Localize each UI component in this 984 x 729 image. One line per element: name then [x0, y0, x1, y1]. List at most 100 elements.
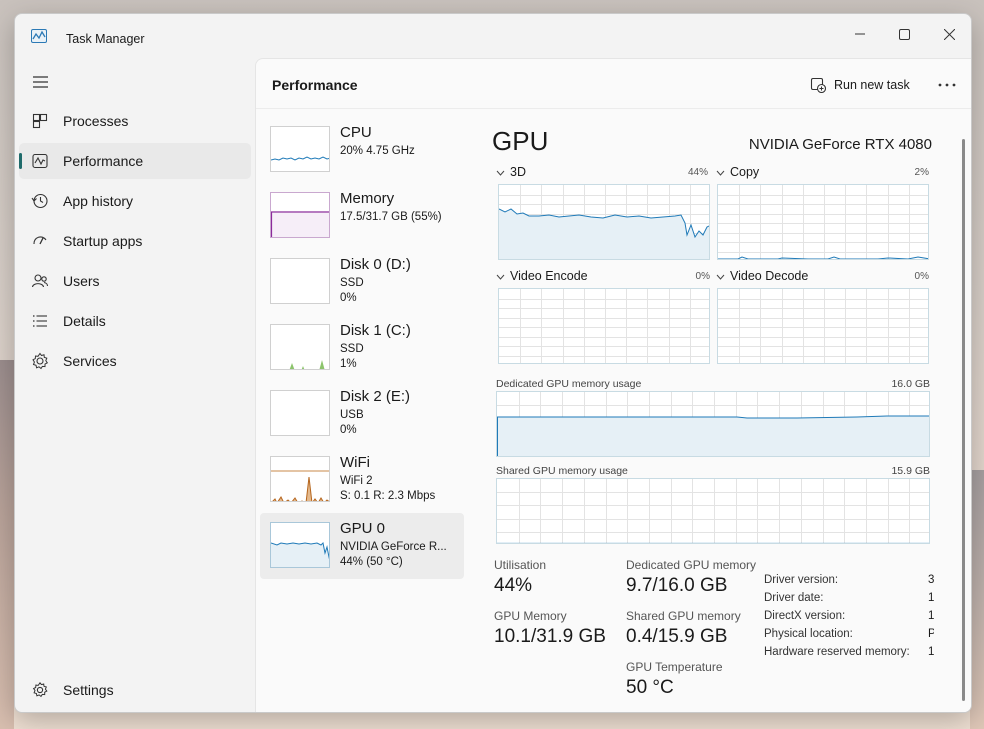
startup-icon	[33, 236, 47, 245]
driver-version-value: 3	[928, 574, 934, 586]
new-task-icon	[810, 77, 826, 93]
maximize-button[interactable]	[881, 19, 927, 49]
directx-version-value: 1	[928, 610, 934, 622]
shared-memory-stat-value: 0.4/15.9 GB	[626, 626, 728, 647]
sidebar-item-label: Processes	[63, 113, 129, 129]
device-item-disk-0[interactable]: Disk 0 (D:) SSD 0%	[260, 249, 464, 315]
engine-copy-selector[interactable]: Copy	[716, 165, 759, 179]
close-button[interactable]	[926, 19, 971, 49]
hardware-reserved-memory-label: Hardware reserved memory:	[764, 646, 910, 658]
gpu-model-name: NVIDIA GeForce RTX 4080	[748, 136, 932, 153]
shared-memory-graph	[496, 478, 930, 544]
device-name: CPU	[340, 124, 372, 141]
gpu-memory-label: GPU Memory	[494, 609, 567, 623]
engine-video-encode-graph	[498, 288, 710, 364]
device-item-wifi[interactable]: WiFi WiFi 2 S: 0.1 R: 2.3 Mbps	[260, 447, 464, 513]
sidebar-item-app-history[interactable]: App history	[19, 183, 251, 219]
processes-icon	[32, 113, 48, 129]
performance-icon	[32, 153, 48, 169]
device-type: USB	[340, 409, 364, 421]
engine-video-decode-graph	[717, 288, 929, 364]
device-model: NVIDIA GeForce R...	[340, 541, 447, 553]
chevron-down-icon	[496, 274, 505, 280]
task-manager-window: Task Manager Processes Performance App h…	[14, 13, 972, 713]
main-content: Performance Run new task CPU 20% 4.75 GH…	[255, 58, 971, 712]
dedicated-memory-stat-label: Dedicated GPU memory	[626, 558, 757, 572]
engine-percent: 2%	[914, 167, 929, 178]
device-item-gpu-0[interactable]: GPU 0 NVIDIA GeForce R... 44% (50 °C)	[260, 513, 464, 579]
run-new-task-button[interactable]: Run new task	[810, 73, 910, 97]
more-options-button[interactable]	[934, 73, 960, 97]
device-item-disk-2[interactable]: Disk 2 (E:) USB 0%	[260, 381, 464, 447]
device-name: GPU 0	[340, 520, 386, 537]
device-name: Memory	[340, 190, 395, 207]
sidebar-item-processes[interactable]: Processes	[19, 103, 251, 139]
desktop-background-left	[0, 360, 14, 729]
sidebar-nav: Processes Performance App history Startu…	[19, 103, 251, 383]
device-item-disk-1[interactable]: Disk 1 (C:) SSD 1%	[260, 315, 464, 381]
cpu-thumbnail-graph	[270, 126, 330, 172]
dedicated-memory-stat-value: 9.7/16.0 GB	[626, 575, 728, 596]
wifi-thumbnail-graph	[270, 456, 330, 502]
hamburger-menu-icon[interactable]	[31, 74, 51, 90]
device-item-memory[interactable]: Memory 17.5/31.7 GB (55%)	[260, 183, 464, 249]
sidebar-item-details[interactable]: Details	[19, 303, 251, 339]
users-icon	[31, 274, 49, 288]
page-title: Performance	[272, 77, 358, 93]
sidebar-item-users[interactable]: Users	[19, 263, 251, 299]
device-item-cpu[interactable]: CPU 20% 4.75 GHz	[260, 117, 464, 183]
engine-3d-selector[interactable]: 3D	[496, 165, 526, 179]
sidebar-item-settings[interactable]: Settings	[19, 672, 251, 708]
title-bar[interactable]: Task Manager	[15, 14, 971, 58]
desktop-background-right	[970, 470, 984, 729]
vertical-scrollbar[interactable]	[962, 139, 965, 701]
settings-label: Settings	[63, 682, 114, 698]
gear-icon	[32, 681, 48, 698]
device-type: SSD	[340, 343, 364, 355]
sidebar-item-label: App history	[63, 193, 134, 209]
device-detail: 0%	[340, 424, 357, 436]
gpu-heading: GPU	[492, 126, 549, 156]
more-icon	[938, 83, 956, 87]
engine-video-encode-selector[interactable]: Video Encode	[496, 269, 588, 283]
sidebar-item-label: Details	[63, 313, 106, 329]
utilisation-value: 44%	[494, 575, 533, 596]
sidebar-item-services[interactable]: Services	[19, 343, 251, 379]
utilisation-label: Utilisation	[494, 558, 547, 572]
sidebar-item-performance[interactable]: Performance	[19, 143, 251, 179]
gpu-detail-panel: GPU NVIDIA GeForce RTX 4080 3D 44% Copy …	[492, 119, 962, 709]
shared-memory-max: 15.9 GB	[891, 465, 930, 477]
directx-version-label: DirectX version:	[764, 610, 846, 622]
sidebar-item-startup-apps[interactable]: Startup apps	[19, 223, 251, 259]
gpu-temperature-value: 50 °C	[626, 677, 674, 698]
device-name: Disk 2 (E:)	[340, 388, 411, 405]
shared-memory-stat-label: Shared GPU memory	[626, 609, 741, 623]
gpu-temperature-label: GPU Temperature	[626, 660, 723, 674]
physical-location-value: P	[928, 628, 934, 640]
minimize-button[interactable]	[837, 19, 883, 49]
engine-percent: 0%	[695, 271, 710, 282]
sidebar-item-label: Startup apps	[63, 233, 143, 249]
window-title: Task Manager	[66, 32, 145, 46]
device-detail: 0%	[340, 292, 357, 304]
task-manager-app-icon	[31, 29, 47, 43]
history-icon	[31, 193, 48, 209]
device-adapter: WiFi 2	[340, 475, 373, 487]
engine-copy-graph	[717, 184, 929, 260]
close-icon	[943, 28, 955, 40]
device-detail: 20% 4.75 GHz	[340, 145, 415, 157]
device-detail: 44% (50 °C)	[340, 556, 403, 568]
sidebar-item-label: Performance	[63, 153, 144, 169]
driver-date-label: Driver date:	[764, 592, 824, 604]
physical-location-label: Physical location:	[764, 628, 853, 640]
details-icon	[33, 315, 47, 327]
minimize-icon	[855, 33, 865, 35]
driver-version-label: Driver version:	[764, 574, 839, 586]
dedicated-memory-graph	[496, 391, 930, 457]
device-detail: S: 0.1 R: 2.3 Mbps	[340, 490, 436, 502]
engine-3d-graph	[498, 184, 710, 260]
engine-label: 3D	[510, 165, 526, 179]
engine-video-decode-selector[interactable]: Video Decode	[716, 269, 808, 283]
device-name: WiFi	[340, 454, 370, 471]
disk-2-thumbnail-graph	[270, 390, 330, 436]
